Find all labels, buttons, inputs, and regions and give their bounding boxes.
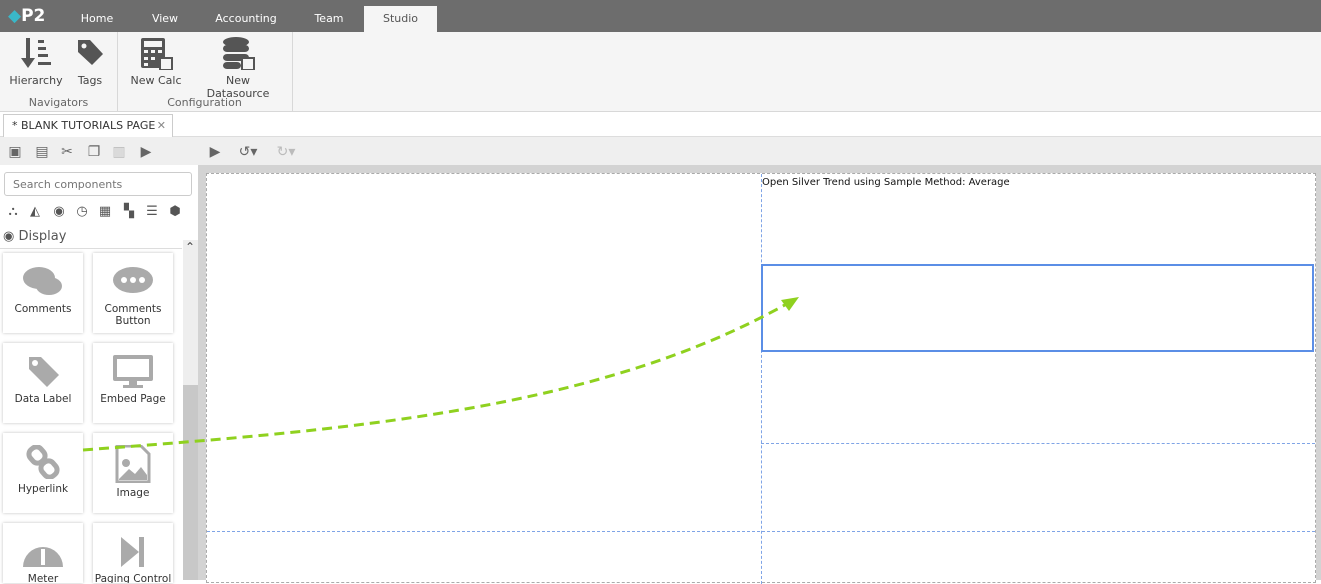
grid-filter-icon[interactable]: ▚ [120, 204, 138, 220]
hierarchy-filter-icon[interactable]: ⛬ [4, 204, 22, 220]
close-icon[interactable]: ✕ [157, 115, 166, 137]
comment-dots-icon [113, 267, 153, 293]
database-icon [223, 37, 255, 70]
document-tab-label: * BLANK TUTORIALS PAGE [12, 119, 156, 132]
component-paging-control[interactable]: Paging Control [93, 523, 173, 583]
table-filter-icon[interactable]: ▦ [96, 204, 114, 220]
new-datasource-button[interactable]: New Datasource [194, 36, 282, 100]
eye-icon: ◉ [3, 229, 19, 244]
hierarchy-label: Hierarchy [9, 74, 63, 87]
sliders-filter-icon[interactable]: ☰ [143, 204, 161, 220]
scroll-up-icon[interactable]: ⌃ [185, 240, 195, 254]
comments-icon [23, 267, 62, 295]
clock-filter-icon[interactable]: ◷ [73, 204, 91, 220]
copy-icon[interactable]: ❐ [86, 144, 102, 160]
grid-divider [761, 443, 1315, 444]
canvas-label[interactable]: Open Silver Trend using Sample Method: A… [762, 177, 1010, 188]
component-data-label[interactable]: Data Label [3, 343, 83, 423]
scrollbar[interactable]: ⌃ [183, 240, 198, 580]
grid-divider [761, 174, 762, 584]
preview-icon[interactable]: ▶ [138, 144, 154, 160]
component-comments[interactable]: Comments [3, 253, 83, 333]
display-section-header[interactable]: ◉ Display [0, 229, 182, 249]
image-icon [115, 445, 151, 483]
components-panel: ⛬ ◭ ◉ ◷ ▦ ▚ ☰ ⬢ ◉ Display ⌃ Comments Com… [0, 165, 198, 583]
top-bar: ◆P2 Home View Accounting Team Studio [0, 0, 1321, 32]
search-components-input[interactable] [4, 172, 192, 196]
new-calc-button[interactable]: New Calc [128, 36, 184, 87]
tab-view[interactable]: View [140, 6, 190, 32]
play-icon[interactable]: ▶ [207, 144, 223, 160]
tab-studio[interactable]: Studio [364, 6, 437, 32]
document-tab-bar: * BLANK TUTORIALS PAGE ✕ [0, 112, 1321, 138]
component-image[interactable]: Image [93, 433, 173, 513]
save-icon[interactable]: ▣ [7, 144, 23, 160]
eye-filter-icon[interactable]: ◉ [50, 204, 68, 220]
hierarchy-icon [21, 38, 51, 68]
ribbon: Hierarchy Tags New Calc New Datasource N… [0, 32, 1321, 112]
document-tab[interactable]: * BLANK TUTORIALS PAGE ✕ [3, 114, 173, 138]
meter-icon [23, 547, 63, 567]
new-calc-label: New Calc [130, 74, 182, 87]
component-hyperlink[interactable]: Hyperlink [3, 433, 83, 513]
tag-icon [78, 40, 103, 65]
divider [292, 32, 293, 111]
paste-icon[interactable]: ▥ [111, 144, 127, 160]
canvas-area: Open Silver Trend using Sample Method: A… [198, 165, 1321, 584]
tab-accounting[interactable]: Accounting [206, 6, 286, 32]
cube-filter-icon[interactable]: ⬢ [166, 204, 184, 220]
selected-cell[interactable] [761, 264, 1314, 352]
tab-home[interactable]: Home [70, 6, 124, 32]
save-as-icon[interactable]: ▤ [34, 144, 50, 160]
tab-team[interactable]: Team [300, 6, 358, 32]
calculator-icon [141, 38, 173, 70]
group-navigators: Navigators [28, 96, 89, 109]
group-configuration: Configuration [167, 96, 242, 109]
skip-forward-icon [121, 537, 144, 567]
page-canvas[interactable]: Open Silver Trend using Sample Method: A… [206, 173, 1316, 584]
hierarchy-button[interactable]: Hierarchy [8, 36, 64, 87]
chart-filter-icon[interactable]: ◭ [26, 204, 44, 220]
component-meter[interactable]: Meter [3, 523, 83, 583]
grid-divider [207, 531, 1315, 532]
tags-label: Tags [77, 74, 103, 87]
tag-icon [29, 357, 59, 387]
scrollbar-thumb[interactable] [183, 385, 198, 580]
toolbar: ▣ ▤ ✂ ❐ ▥ ▶ ▶ ↺▾ ↻▾ [0, 137, 1321, 165]
undo-icon[interactable]: ↺▾ [234, 144, 262, 160]
component-embed-page[interactable]: Embed Page [93, 343, 173, 423]
cut-icon[interactable]: ✂ [59, 144, 75, 160]
monitor-icon [113, 355, 153, 388]
link-icon [26, 445, 60, 479]
tags-button[interactable]: Tags [70, 36, 110, 87]
component-comments-button[interactable]: Comments Button [93, 253, 173, 333]
p2-logo: ◆P2 [8, 6, 46, 26]
redo-icon[interactable]: ↻▾ [272, 144, 300, 160]
